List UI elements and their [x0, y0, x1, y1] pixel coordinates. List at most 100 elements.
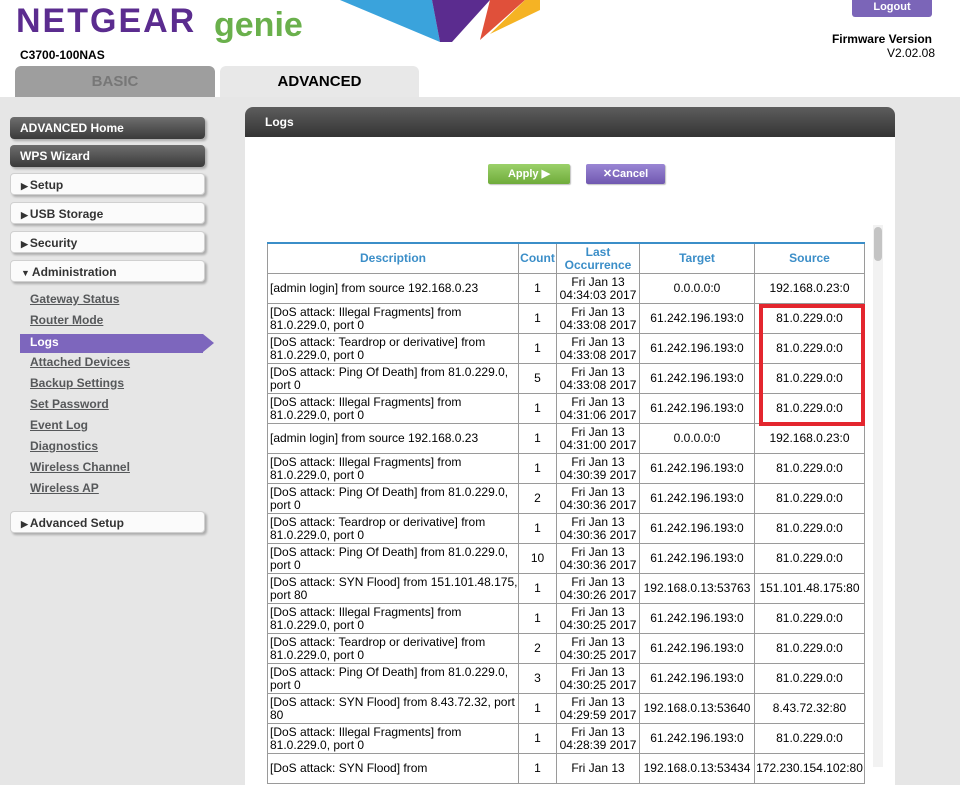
logout-button[interactable]: Logout: [852, 0, 932, 17]
log-target: 192.168.0.13:53434: [639, 753, 755, 784]
table-row: [DoS attack: Illegal Fragments] from 81.…: [267, 453, 865, 484]
log-date: Fri Jan 13: [571, 761, 625, 775]
log-count: 2: [518, 483, 557, 514]
log-last-occurrence: Fri Jan 13 04:30:25 2017: [556, 633, 640, 664]
tab-advanced[interactable]: ADVANCED: [220, 66, 419, 97]
sidebar-item-diagnostics[interactable]: Diagnostics: [30, 439, 98, 453]
log-time: 04:33:08 2017: [559, 317, 637, 332]
log-description: [DoS attack: Teardrop or derivative] fro…: [267, 633, 519, 664]
main-tabs: BASIC ADVANCED: [0, 66, 960, 97]
logo-graphic-icon: [340, 0, 540, 42]
col-header-description: Description: [267, 242, 519, 274]
log-last-occurrence: Fri Jan 13 04:31:00 2017: [556, 423, 640, 454]
scrollbar-track[interactable]: [873, 225, 883, 767]
log-time: 04:29:59 2017: [559, 707, 637, 722]
log-target: 61.242.196.193:0: [639, 603, 755, 634]
sidebar-item-wireless-channel[interactable]: Wireless Channel: [30, 460, 130, 474]
wps-wizard-label: WPS Wizard: [20, 149, 90, 163]
table-row: [admin login] from source 192.168.0.23 1 F…: [267, 423, 865, 454]
log-time: 04:30:26 2017: [559, 587, 637, 602]
sidebar-item-wireless-ap[interactable]: Wireless AP: [30, 481, 99, 495]
log-source: 81.0.229.0:0: [754, 663, 865, 694]
table-row: [DoS attack: SYN Flood] from 8.43.72.32,…: [267, 693, 865, 724]
log-target: 61.242.196.193:0: [639, 393, 755, 424]
log-last-occurrence: Fri Jan 13 04:34:03 2017: [556, 273, 640, 304]
table-row: [DoS attack: Teardrop or derivative] fro…: [267, 633, 865, 664]
col-header-count: Count: [518, 242, 557, 274]
log-description: [DoS attack: Ping Of Death] from 81.0.22…: [267, 483, 519, 514]
apply-button[interactable]: Apply ▶: [488, 164, 570, 184]
log-description: [DoS attack: Illegal Fragments] from 81.…: [267, 603, 519, 634]
log-count: 1: [518, 723, 557, 754]
log-description: [DoS attack: Illegal Fragments] from 81.…: [267, 723, 519, 754]
administration-menu[interactable]: ▼ Administration: [10, 260, 205, 282]
log-description: [DoS attack: Illegal Fragments] from 81.…: [267, 303, 519, 334]
table-row: [DoS attack: SYN Flood] from 151.101.48.…: [267, 573, 865, 604]
log-description: [DoS attack: Teardrop or derivative] fro…: [267, 513, 519, 544]
log-description: [DoS attack: SYN Flood] from: [267, 753, 519, 784]
log-description: [DoS attack: Ping Of Death] from 81.0.22…: [267, 363, 519, 394]
security-menu[interactable]: ▶ Security: [10, 231, 205, 253]
sidebar-item-gateway-status[interactable]: Gateway Status: [30, 292, 119, 306]
log-date: Fri Jan 13: [571, 634, 625, 649]
log-time: 04:30:25 2017: [559, 647, 637, 662]
triangle-right-icon: ▶: [21, 181, 28, 191]
scrollbar-thumb[interactable]: [874, 227, 882, 261]
log-time: 04:33:08 2017: [559, 377, 637, 392]
log-description: [DoS attack: Ping Of Death] from 81.0.22…: [267, 663, 519, 694]
log-date: Fri Jan 13: [571, 424, 625, 439]
log-count: 3: [518, 663, 557, 694]
sidebar-item-attached-devices[interactable]: Attached Devices: [30, 355, 130, 369]
log-date: Fri Jan 13: [571, 604, 625, 619]
log-date: Fri Jan 13: [571, 454, 625, 469]
log-time: 04:30:25 2017: [559, 617, 637, 632]
log-date: Fri Jan 13: [571, 334, 625, 349]
log-time: 04:31:00 2017: [559, 437, 637, 452]
log-count: 1: [518, 273, 557, 304]
log-count: 1: [518, 453, 557, 484]
log-date: Fri Jan 13: [571, 724, 625, 739]
table-row: [DoS attack: Ping Of Death] from 81.0.22…: [267, 543, 865, 574]
log-last-occurrence: Fri Jan 13 04:30:36 2017: [556, 543, 640, 574]
top-header: NETGEAR genie C3700-100NAS Logout Firmwa…: [0, 0, 960, 97]
wps-wizard-button[interactable]: WPS Wizard: [10, 145, 205, 167]
sidebar-item-set-password[interactable]: Set Password: [30, 397, 109, 411]
model-number: C3700-100NAS: [20, 48, 105, 62]
table-row: [DoS attack: SYN Flood] from 1 Fri Jan 13 1…: [267, 753, 865, 784]
col-header-source: Source: [754, 242, 865, 274]
tab-basic[interactable]: BASIC: [15, 66, 215, 97]
log-time: 04:30:36 2017: [559, 497, 637, 512]
usb-storage-menu[interactable]: ▶ USB Storage: [10, 202, 205, 224]
log-description: [DoS attack: Illegal Fragments] from 81.…: [267, 453, 519, 484]
cancel-button[interactable]: ✕Cancel: [586, 164, 665, 184]
log-count: 10: [518, 543, 557, 574]
advanced-home-button[interactable]: ADVANCED Home: [10, 117, 205, 139]
play-arrow-icon: ▶: [541, 168, 551, 180]
log-description: [DoS attack: SYN Flood] from 8.43.72.32,…: [267, 693, 519, 724]
netgear-logo-text: NETGEAR: [16, 2, 197, 40]
panel-title: Logs: [245, 107, 895, 137]
sidebar-item-backup-settings[interactable]: Backup Settings: [30, 376, 124, 390]
sidebar-item-event-log[interactable]: Event Log: [30, 418, 88, 432]
table-row: [DoS attack: Illegal Fragments] from 81.…: [267, 603, 865, 634]
advanced-setup-menu[interactable]: ▶ Advanced Setup: [10, 511, 205, 533]
advanced-setup-label: Advanced Setup: [29, 516, 124, 530]
col-header-last-occurrence: Last Occurrence: [556, 242, 640, 274]
log-target: 192.168.0.13:53640: [639, 693, 755, 724]
log-description: [DoS attack: Teardrop or derivative] fro…: [267, 333, 519, 364]
log-last-occurrence: Fri Jan 13 04:30:26 2017: [556, 573, 640, 604]
table-header-row: Description Count Last Occurrence Target…: [267, 242, 865, 274]
setup-menu[interactable]: ▶ Setup: [10, 173, 205, 195]
log-date: Fri Jan 13: [571, 364, 625, 379]
sidebar-item-router-mode[interactable]: Router Mode: [30, 313, 103, 327]
triangle-right-icon: ▶: [21, 239, 28, 249]
usb-storage-label: USB Storage: [29, 207, 104, 221]
log-last-occurrence: Fri Jan 13 04:29:59 2017: [556, 693, 640, 724]
log-description: [DoS attack: Ping Of Death] from 81.0.22…: [267, 543, 519, 574]
log-target: 61.242.196.193:0: [639, 333, 755, 364]
log-target: 61.242.196.193:0: [639, 633, 755, 664]
log-last-occurrence: Fri Jan 13 04:31:06 2017: [556, 393, 640, 424]
log-time: 04:30:36 2017: [559, 527, 637, 542]
log-target: 61.242.196.193:0: [639, 723, 755, 754]
sidebar-item-logs[interactable]: Logs: [30, 335, 59, 349]
